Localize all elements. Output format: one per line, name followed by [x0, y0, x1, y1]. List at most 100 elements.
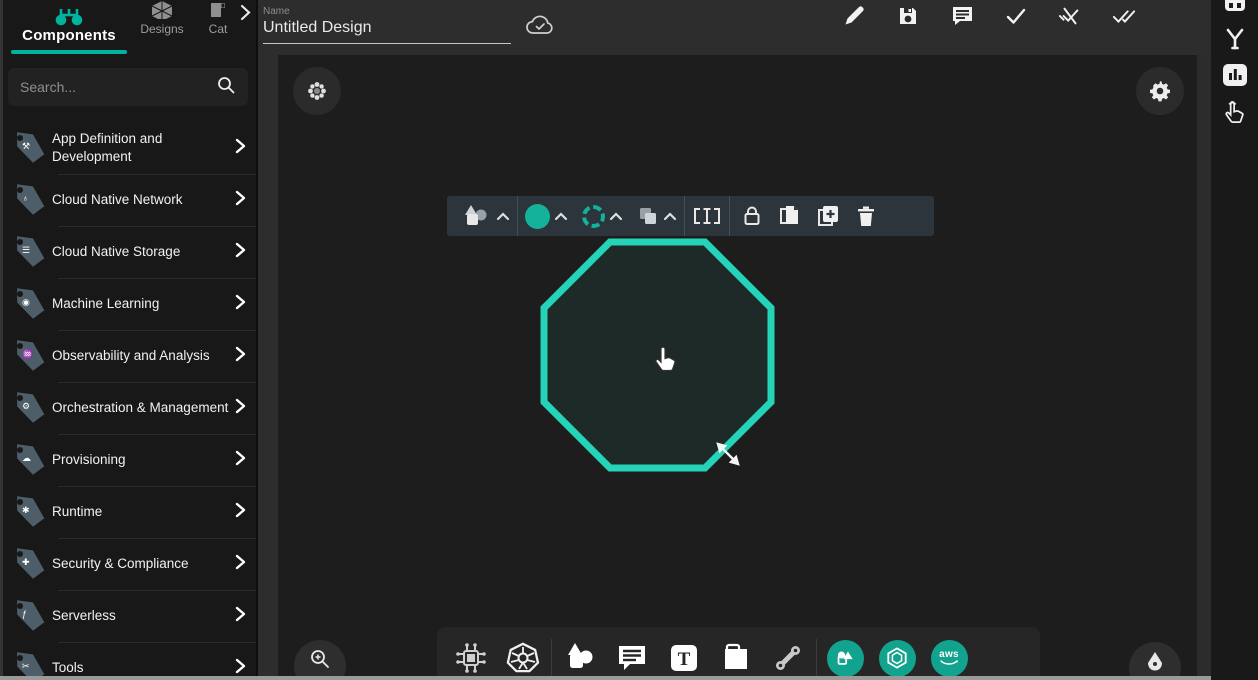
category-label: Runtime	[52, 503, 235, 521]
search-input[interactable]	[20, 79, 216, 95]
category-label: Tools	[52, 659, 235, 677]
design-header: Name	[258, 0, 1211, 55]
canvas-settings-button[interactable]	[1136, 67, 1184, 115]
sidebar-tabs: Components Designs Cat	[0, 0, 256, 54]
catalog-icon	[209, 1, 227, 19]
active-tab-underline	[11, 50, 127, 54]
component-chip-icon[interactable]	[445, 632, 497, 680]
aws-label: aws	[939, 650, 959, 660]
delete-trash-icon[interactable]	[856, 205, 876, 228]
save-icon[interactable]	[896, 4, 920, 28]
duplicate-icon[interactable]	[778, 204, 800, 228]
panel-partial-icon[interactable]	[1220, 0, 1250, 16]
copy-style-layers-icon[interactable]	[637, 205, 659, 227]
component-search[interactable]	[8, 68, 248, 106]
sidebar-item-machine-learning[interactable]: ◉ Machine Learning	[0, 278, 256, 330]
tag-icon: ✱	[6, 492, 52, 532]
canvas-vertical-scrollbar[interactable]	[1197, 55, 1211, 680]
category-label: Orchestration & Management	[52, 399, 235, 417]
lock-icon[interactable]	[742, 205, 762, 227]
snowflake-icon	[307, 81, 327, 101]
design-canvas[interactable]: T aws	[278, 55, 1197, 680]
category-label: Cloud Native Network	[52, 191, 235, 209]
shape-picker-icon[interactable]	[462, 203, 492, 229]
svg-text:T: T	[678, 649, 691, 670]
sidebar-item-tools[interactable]: ✂ Tools	[0, 642, 256, 680]
chevron-right-icon	[235, 138, 246, 159]
sidebar-item-serverless[interactable]: ƒ Serverless	[0, 590, 256, 642]
search-icon[interactable]	[216, 75, 236, 100]
tag-icon: ✚	[6, 544, 52, 584]
category-label: App Definition and Development	[52, 130, 235, 166]
deploy-double-check-icon[interactable]	[1112, 4, 1136, 28]
sidebar-item-orchestration[interactable]: ⚙ Orchestration & Management	[0, 382, 256, 434]
validate-check-icon[interactable]	[1004, 4, 1028, 28]
chevron-right-icon	[235, 502, 246, 523]
category-label: Observability and Analysis	[52, 347, 235, 365]
header-actions	[842, 4, 1136, 28]
comment-icon[interactable]	[950, 4, 974, 28]
chevron-right-icon	[235, 606, 246, 627]
meshery-design-app: Components Designs Cat	[0, 0, 1258, 680]
zoom-in-icon	[309, 648, 331, 670]
rename-icon[interactable]	[692, 206, 722, 226]
chevron-right-icon	[235, 190, 246, 211]
undeploy-crossed-check-icon[interactable]	[1058, 4, 1082, 28]
edge-link-tool-icon[interactable]	[762, 632, 814, 680]
note-tool-icon[interactable]	[710, 632, 762, 680]
chevron-right-icon	[235, 398, 246, 419]
stroke-color-swatch[interactable]	[582, 205, 605, 228]
category-label: Cloud Native Storage	[52, 243, 235, 261]
meshery-shapes-button[interactable]	[819, 632, 871, 680]
horizontal-scrollbar[interactable]	[0, 676, 1211, 680]
sidebar-item-cloud-native-storage[interactable]: ☰ Cloud Native Storage	[0, 226, 256, 278]
tab-designs[interactable]: Designs	[133, 1, 191, 54]
tab-components[interactable]: Components	[10, 9, 128, 54]
tag-icon: ☰	[6, 232, 52, 272]
cloud-check-icon	[525, 15, 555, 42]
meshery-logo-icon	[149, 1, 175, 19]
text-tool-icon[interactable]: T	[658, 632, 710, 680]
k8s-component-button[interactable]	[871, 632, 923, 680]
chevron-up-icon[interactable]	[496, 212, 510, 221]
sidebar-item-app-definition[interactable]: ⚒ App Definition and Development	[0, 122, 256, 174]
design-name-input[interactable]	[263, 17, 511, 44]
sidebar-item-security[interactable]: ✚ Security & Compliance	[0, 538, 256, 590]
shapes-tool-icon[interactable]	[554, 632, 606, 680]
sidebar-item-observability[interactable]: ♒ Observability and Analysis	[0, 330, 256, 382]
merge-y-icon[interactable]	[1220, 24, 1250, 54]
sidebar-item-provisioning[interactable]: ☁ Provisioning	[0, 434, 256, 486]
sidebar-item-cloud-native-network[interactable]: ♁ Cloud Native Network	[0, 174, 256, 226]
gear-icon	[1149, 80, 1171, 102]
category-list: ⚒ App Definition and Development ♁ Cloud…	[0, 122, 256, 680]
zoom-in-button[interactable]	[294, 640, 346, 680]
meshsync-snowflake-button[interactable]	[293, 67, 341, 115]
pen-nib-icon	[1144, 650, 1166, 674]
chevron-right-icon	[235, 450, 246, 471]
tag-icon: ♒	[6, 336, 52, 376]
tab-components-label: Components	[22, 27, 116, 50]
aws-component-button[interactable]: aws	[923, 632, 975, 680]
fill-color-swatch[interactable]	[525, 204, 550, 229]
shape-context-toolbar	[447, 196, 934, 236]
bottom-toolbar: T aws	[437, 627, 1040, 680]
resize-handle-nwse[interactable]	[714, 440, 742, 473]
copy-add-icon[interactable]	[816, 204, 840, 228]
kubernetes-icon[interactable]	[497, 632, 549, 680]
edit-pencil-icon[interactable]	[842, 4, 866, 28]
pen-tool-button[interactable]	[1129, 642, 1181, 680]
components-sidebar: Components Designs Cat	[0, 0, 258, 680]
chevron-up-icon[interactable]	[554, 212, 568, 221]
dashboard-chart-icon[interactable]	[1220, 60, 1250, 90]
comment-tool-icon[interactable]	[606, 632, 658, 680]
tag-icon: ⚙	[6, 388, 52, 428]
touch-gesture-icon[interactable]	[1220, 98, 1250, 128]
tab-catalog[interactable]: Cat	[201, 1, 235, 54]
tabs-scroll-chevron-right-icon[interactable]	[239, 4, 252, 26]
sidebar-item-runtime[interactable]: ✱ Runtime	[0, 486, 256, 538]
name-field-label: Name	[263, 6, 511, 17]
category-label: Security & Compliance	[52, 555, 235, 573]
tab-designs-label: Designs	[140, 22, 183, 36]
chevron-up-icon[interactable]	[663, 212, 677, 221]
chevron-up-icon[interactable]	[609, 212, 623, 221]
